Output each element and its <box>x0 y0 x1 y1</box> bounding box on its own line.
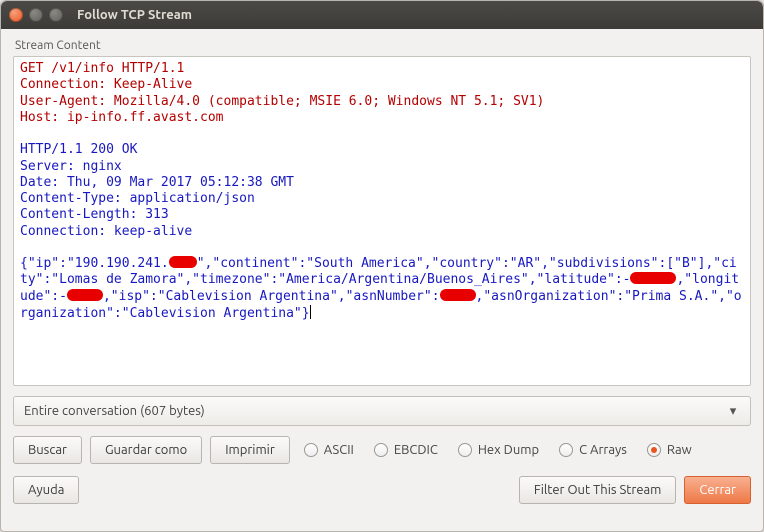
radio-carrays[interactable]: C Arrays <box>559 443 627 457</box>
chevron-up-down-icon: ▾ <box>726 404 740 419</box>
radio-icon <box>559 443 573 457</box>
request-line: User-Agent: Mozilla/4.0 (compatible; MSI… <box>20 94 544 109</box>
text-cursor <box>310 305 311 319</box>
radio-raw[interactable]: Raw <box>647 443 692 457</box>
help-button[interactable]: Ayuda <box>13 476 79 504</box>
button-label: Cerrar <box>699 483 736 497</box>
radio-label: Hex Dump <box>478 443 539 457</box>
radio-label: EBCDIC <box>394 443 438 457</box>
radio-icon <box>458 443 472 457</box>
request-line: GET /v1/info HTTP/1.1 <box>20 61 184 76</box>
radio-label: Raw <box>667 443 692 457</box>
radio-label: C Arrays <box>579 443 627 457</box>
radio-ascii[interactable]: ASCII <box>304 443 354 457</box>
response-line: HTTP/1.1 200 OK <box>20 142 137 157</box>
radio-label: ASCII <box>324 443 354 457</box>
button-label: Imprimir <box>225 443 275 457</box>
close-icon[interactable] <box>9 8 23 22</box>
redaction <box>67 289 103 301</box>
footer-row: Ayuda Filter Out This Stream Cerrar <box>13 476 751 504</box>
minimize-icon[interactable] <box>29 8 43 22</box>
radio-icon <box>647 443 661 457</box>
redaction <box>630 272 676 284</box>
response-line: Content-Type: application/json <box>20 191 255 206</box>
button-label: Buscar <box>28 443 67 457</box>
redaction <box>440 289 476 301</box>
window-title: Follow TCP Stream <box>77 8 192 22</box>
button-label: Ayuda <box>28 483 64 497</box>
close-button[interactable]: Cerrar <box>684 476 751 504</box>
section-label: Stream Content <box>15 39 751 52</box>
request-line: Host: ip-info.ff.avast.com <box>20 110 224 125</box>
conversation-dropdown[interactable]: Entire conversation (607 bytes) ▾ <box>13 396 751 426</box>
radio-icon <box>374 443 388 457</box>
button-label: Filter Out This Stream <box>534 483 662 497</box>
response-line: Server: nginx <box>20 159 122 174</box>
response-line: Date: Thu, 09 Mar 2017 05:12:38 GMT <box>20 175 294 190</box>
radio-hexdump[interactable]: Hex Dump <box>458 443 539 457</box>
response-line: Connection: keep-alive <box>20 224 192 239</box>
button-label: Guardar como <box>105 443 187 457</box>
action-row: Buscar Guardar como Imprimir ASCII EBCDI… <box>13 436 751 464</box>
follow-tcp-stream-window: Follow TCP Stream Stream Content GET /v1… <box>0 0 764 532</box>
body-text: ,"isp":"Cablevision Argentina","asnNumbe… <box>103 289 440 304</box>
redaction <box>169 256 197 268</box>
request-line: Connection: Keep-Alive <box>20 77 192 92</box>
titlebar: Follow TCP Stream <box>1 1 763 29</box>
print-button[interactable]: Imprimir <box>210 436 290 464</box>
save-as-button[interactable]: Guardar como <box>90 436 202 464</box>
content-area: Stream Content GET /v1/info HTTP/1.1 Con… <box>1 29 763 531</box>
stream-textview[interactable]: GET /v1/info HTTP/1.1 Connection: Keep-A… <box>13 56 751 386</box>
maximize-icon[interactable] <box>49 8 63 22</box>
response-line: Content-Length: 313 <box>20 207 169 222</box>
filter-out-button[interactable]: Filter Out This Stream <box>519 476 677 504</box>
dropdown-selected: Entire conversation (607 bytes) <box>24 404 205 418</box>
body-text: {"ip":"190.190.241. <box>20 256 169 271</box>
radio-icon <box>304 443 318 457</box>
radio-ebcdic[interactable]: EBCDIC <box>374 443 438 457</box>
find-button[interactable]: Buscar <box>13 436 82 464</box>
encoding-radios: ASCII EBCDIC Hex Dump C Arrays Raw <box>304 443 692 457</box>
